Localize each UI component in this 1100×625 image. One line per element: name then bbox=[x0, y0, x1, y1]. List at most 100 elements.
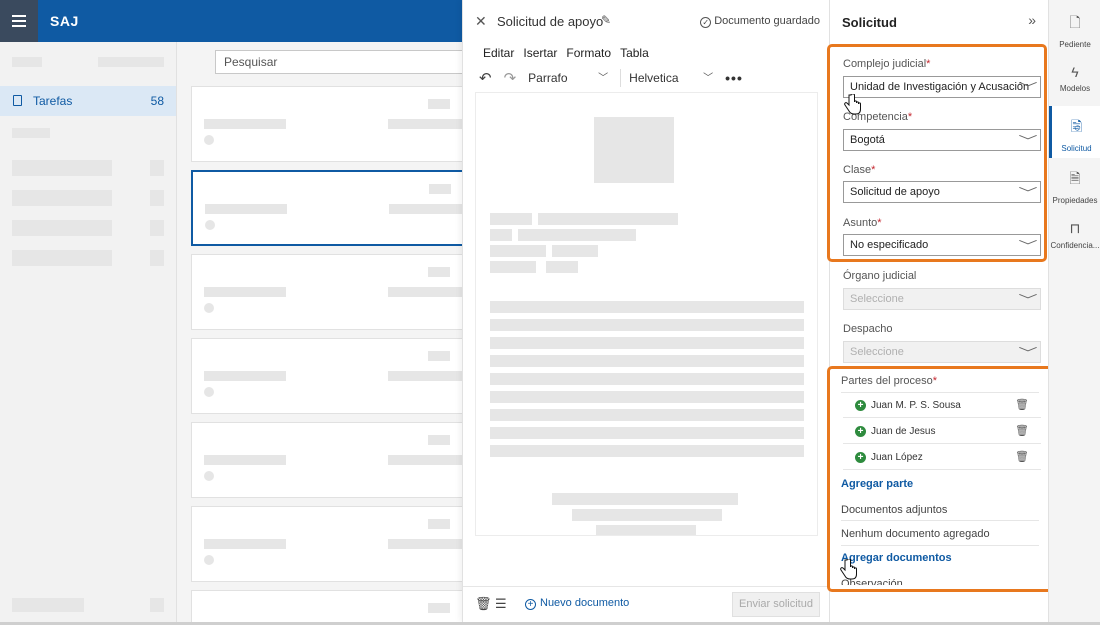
placeholder-block bbox=[98, 57, 164, 67]
placeholder-block bbox=[12, 160, 112, 176]
lock-icon: ⊓ bbox=[1069, 220, 1081, 236]
placeholder-block bbox=[150, 160, 164, 176]
font-select[interactable]: Helvetica ﹀ bbox=[629, 67, 715, 89]
nav-item-tarefas[interactable]: Tarefas 58 bbox=[0, 86, 176, 116]
more-options-icon[interactable]: ••• bbox=[725, 70, 743, 86]
competencia-label: Competencia* bbox=[843, 111, 913, 123]
field-label-text: Asunto bbox=[843, 217, 878, 229]
placeholder-block bbox=[150, 220, 164, 236]
placeholder-block bbox=[12, 57, 42, 67]
document-page[interactable] bbox=[475, 92, 818, 536]
competencia-select[interactable]: Bogotá ﹀ bbox=[843, 129, 1041, 151]
document-title: Solicitud de apoyo bbox=[497, 14, 604, 29]
attachments-label: Documentos adjuntos bbox=[841, 504, 948, 516]
despacho-label: Despacho bbox=[843, 323, 893, 335]
asunto-select[interactable]: No especificado ﹀ bbox=[843, 234, 1041, 256]
trash-icon[interactable]: 🗑 bbox=[1015, 424, 1029, 437]
list-item[interactable] bbox=[191, 422, 463, 498]
organo-label: Órgano judicial bbox=[843, 270, 917, 282]
clase-label: Clase* bbox=[843, 164, 876, 176]
divider bbox=[841, 545, 1039, 546]
lightning-icon: ϟ bbox=[1071, 64, 1079, 80]
close-icon[interactable]: ✕ bbox=[475, 13, 487, 30]
right-rail: 🗋 Pediente ϟ Modelos 🗟 Solicitud 🗎 Propiedad… bbox=[1048, 0, 1100, 622]
editor-footer: 🗑 ☰ + Nuevo documento Enviar solicitud bbox=[463, 586, 830, 622]
rail-item-label: Propiedades bbox=[1052, 196, 1098, 205]
send-request-button[interactable]: Enviar solicitud bbox=[732, 592, 820, 617]
add-circle-icon: + bbox=[855, 400, 866, 411]
placeholder-block bbox=[12, 250, 112, 266]
party-item: + Juan M. P. S. Sousa 🗑 bbox=[843, 393, 1041, 418]
new-document-label: Nuevo documento bbox=[540, 597, 630, 609]
save-status: ✓ Documento guardado bbox=[700, 15, 820, 28]
document-properties-icon: 🗎 bbox=[1069, 170, 1081, 186]
placeholder-block bbox=[150, 250, 164, 266]
clase-select[interactable]: Solicitud de apoyo ﹀ bbox=[843, 181, 1041, 203]
rail-item-label: Modelos bbox=[1059, 84, 1091, 93]
paragraph-style-select[interactable]: Parrafo ﹀ bbox=[528, 67, 610, 89]
save-status-text: Documento guardado bbox=[714, 15, 820, 27]
add-documents-link[interactable]: Agregar documentos bbox=[841, 552, 952, 564]
trash-icon[interactable]: 🗑 bbox=[1015, 398, 1029, 411]
add-circle-icon: + bbox=[855, 452, 866, 463]
rail-item-pediente[interactable]: 🗋 Pediente bbox=[1049, 2, 1100, 54]
list-item[interactable] bbox=[191, 338, 463, 414]
document-clock-icon: 🗋 bbox=[1069, 14, 1081, 30]
request-form-panel: Solicitud » Complejo judicial* Unidad de… bbox=[829, 0, 1048, 622]
select-value: Solicitud de apoyo bbox=[850, 186, 940, 198]
despacho-select[interactable]: Seleccione ﹀ bbox=[843, 341, 1041, 363]
chevron-down-icon: ﹀ bbox=[703, 73, 714, 84]
rail-item-propiedades[interactable]: 🗎 Propiedades bbox=[1049, 158, 1100, 210]
menu-editar[interactable]: Editar bbox=[483, 46, 514, 60]
rail-item-label: Confidencia... bbox=[1050, 241, 1100, 250]
rail-item-solicitud[interactable]: 🗟 Solicitud bbox=[1049, 106, 1100, 158]
placeholder-block bbox=[12, 190, 112, 206]
pencil-icon[interactable]: ✎ bbox=[601, 13, 611, 27]
filter-settings-icon[interactable]: ☰ bbox=[495, 596, 507, 612]
list-item[interactable] bbox=[191, 506, 463, 582]
trash-icon[interactable]: 🗑 bbox=[475, 596, 492, 612]
new-document-button[interactable]: + Nuevo documento bbox=[525, 597, 629, 610]
list-item-selected[interactable] bbox=[191, 170, 464, 246]
select-placeholder: Seleccione bbox=[850, 346, 904, 358]
search-input[interactable]: Pesquisar bbox=[215, 50, 462, 74]
chevron-down-icon: ﹀ bbox=[1018, 186, 1038, 200]
chevron-down-icon: ﹀ bbox=[1018, 81, 1038, 95]
asunto-label: Asunto* bbox=[843, 217, 882, 229]
party-name: Juan M. P. S. Sousa bbox=[871, 400, 961, 411]
task-list: Pesquisar bbox=[177, 42, 464, 625]
chevron-down-icon: ﹀ bbox=[1018, 239, 1038, 253]
party-item: + Juan López 🗑 bbox=[843, 445, 1041, 470]
app-brand: SAJ bbox=[50, 13, 79, 29]
toolbar-divider bbox=[620, 69, 622, 87]
parties-label: Partes del proceso* bbox=[841, 375, 937, 387]
add-party-link[interactable]: Agregar parte bbox=[841, 478, 913, 490]
tasks-count: 58 bbox=[150, 94, 164, 108]
font-value: Helvetica bbox=[629, 71, 679, 85]
list-item[interactable] bbox=[191, 86, 463, 162]
add-circle-icon: + bbox=[855, 426, 866, 437]
observation-label: Observación bbox=[841, 578, 903, 585]
rail-item-confidencialidad[interactable]: ⊓ Confidencia... bbox=[1049, 210, 1100, 262]
trash-icon[interactable]: 🗑 bbox=[1015, 450, 1029, 463]
complejo-judicial-select[interactable]: Unidad de Investigación y Acusación ﹀ bbox=[843, 76, 1041, 98]
complejo-label: Complejo judicial* bbox=[843, 58, 931, 70]
placeholder-block bbox=[12, 598, 84, 612]
menu-tabla[interactable]: Tabla bbox=[620, 46, 649, 60]
hamburger-menu-icon[interactable] bbox=[0, 0, 38, 42]
left-nav: Tarefas 58 bbox=[0, 42, 177, 625]
field-label-text: Partes del proceso bbox=[841, 375, 933, 387]
menu-formato[interactable]: Formato bbox=[566, 46, 611, 60]
rail-item-label: Pediente bbox=[1059, 40, 1091, 49]
list-item[interactable] bbox=[191, 254, 463, 330]
list-item[interactable] bbox=[191, 590, 462, 625]
redo-icon[interactable]: ↷ bbox=[504, 69, 517, 87]
undo-icon[interactable]: ↶ bbox=[479, 69, 492, 87]
field-label-text: Complejo judicial bbox=[843, 58, 927, 70]
placeholder-block bbox=[150, 190, 164, 206]
collapse-panel-icon[interactable]: » bbox=[1028, 12, 1036, 28]
rail-item-modelos[interactable]: ϟ Modelos bbox=[1049, 54, 1100, 106]
menu-isertar[interactable]: Isertar bbox=[523, 46, 557, 60]
organo-judicial-select[interactable]: Seleccione ﹀ bbox=[843, 288, 1041, 310]
select-value: Unidad de Investigación y Acusación bbox=[850, 81, 1030, 93]
